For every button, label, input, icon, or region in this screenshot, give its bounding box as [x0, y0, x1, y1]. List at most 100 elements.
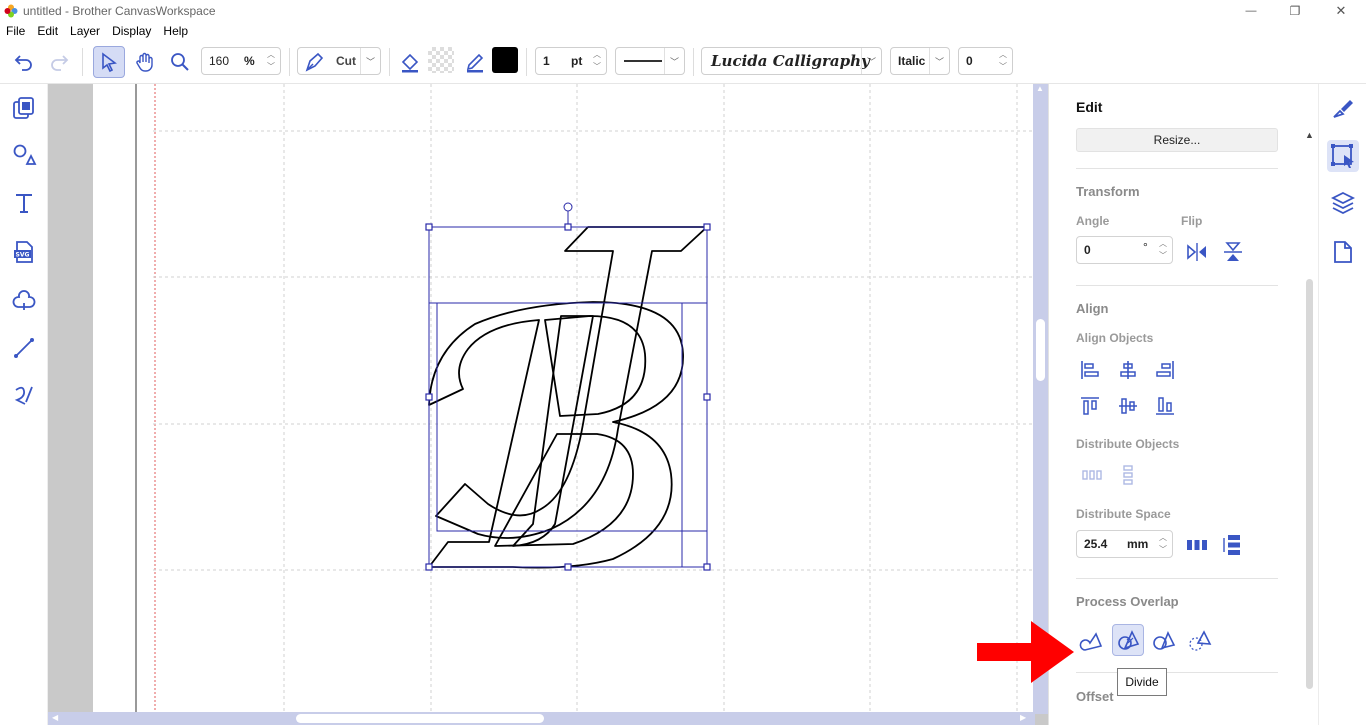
- menu-layer[interactable]: Layer: [64, 22, 106, 40]
- monogram-jb-artwork[interactable]: [93, 84, 1033, 714]
- restore-button[interactable]: ❐: [1272, 0, 1318, 22]
- shapes-button[interactable]: [9, 140, 39, 170]
- angle-label: Angle: [1076, 214, 1110, 228]
- weld-button[interactable]: [1078, 627, 1104, 653]
- flip-vertical-icon: [1224, 242, 1242, 261]
- menu-display[interactable]: Display: [106, 22, 157, 40]
- font-style: Italic: [898, 54, 926, 68]
- fill-color-button[interactable]: [395, 47, 425, 77]
- panel-scroll-up-icon[interactable]: ▲: [1305, 130, 1314, 140]
- canvas-area[interactable]: [48, 84, 1048, 725]
- layers-tab-button[interactable]: [1328, 188, 1358, 218]
- design-page[interactable]: [93, 84, 1033, 714]
- distribute-space-vertical-button[interactable]: [1220, 532, 1246, 558]
- chevron-down-icon: ﹀: [999, 62, 1007, 71]
- line-color-swatch[interactable]: [492, 47, 518, 73]
- divide-icon: [1118, 630, 1140, 650]
- pattern-library-icon: [13, 97, 34, 119]
- undo-button[interactable]: [9, 47, 39, 77]
- align-left-button[interactable]: [1077, 357, 1103, 383]
- align-right-button[interactable]: [1152, 357, 1178, 383]
- subtract-button[interactable]: [1151, 627, 1177, 653]
- panel-scrollbar[interactable]: [1306, 279, 1313, 689]
- chevron-down-icon: ﹀: [1159, 251, 1167, 260]
- minimize-icon: —: [1245, 5, 1257, 17]
- hand-icon: [136, 52, 153, 72]
- font-dropdown-arrow[interactable]: ﹀: [861, 48, 881, 74]
- fill-color-swatch[interactable]: [428, 47, 454, 73]
- align-bottom-button[interactable]: [1152, 393, 1178, 419]
- cut-pen-icon: [305, 52, 324, 72]
- angle-stepper[interactable]: ︿ ﹀: [1156, 239, 1170, 261]
- align-center-horizontal-button[interactable]: [1115, 357, 1141, 383]
- char-spacing-field[interactable]: 0 ︿ ﹀: [958, 47, 1013, 75]
- divide-tooltip: Divide: [1117, 668, 1167, 696]
- vertical-scroll-thumb[interactable]: [1036, 319, 1045, 381]
- solid-line-preview: [624, 60, 662, 62]
- align-middle-vertical-button[interactable]: [1115, 393, 1141, 419]
- scroll-up-icon[interactable]: ▲: [1036, 84, 1044, 93]
- redo-button[interactable]: [44, 47, 74, 77]
- horizontal-scroll-thumb[interactable]: [296, 714, 544, 723]
- resize-button[interactable]: Resize...: [1076, 128, 1278, 152]
- mode-select[interactable]: Cut ﹀: [297, 47, 381, 75]
- distribute-horizontal-button[interactable]: [1079, 462, 1105, 488]
- align-top-icon: [1081, 397, 1099, 415]
- distribute-space-stepper[interactable]: ︿ ﹀: [1156, 533, 1170, 555]
- align-left-icon: [1081, 361, 1099, 379]
- align-top-button[interactable]: [1077, 393, 1103, 419]
- distribute-space-field[interactable]: 25.4 mm ︿ ﹀: [1076, 530, 1173, 558]
- line-color-button[interactable]: [460, 47, 490, 77]
- line-width-stepper[interactable]: ︿ ﹀: [590, 50, 604, 72]
- scroll-right-icon[interactable]: ▶: [1020, 713, 1026, 722]
- freehand-button[interactable]: [9, 380, 39, 410]
- angle-field[interactable]: 0 ° ︿ ﹀: [1076, 236, 1173, 264]
- minimize-button[interactable]: —: [1228, 0, 1274, 22]
- distribute-vertical-button[interactable]: [1115, 462, 1141, 488]
- page-tab-button[interactable]: [1328, 237, 1358, 267]
- edit-panel: Edit Resize... ▲ Transform Angle Flip 0 …: [1048, 84, 1318, 725]
- angle-unit: °: [1143, 240, 1148, 254]
- select-tool-button[interactable]: [93, 46, 125, 78]
- text-button[interactable]: [9, 188, 39, 218]
- font-style-select[interactable]: Italic ﹀: [890, 47, 950, 75]
- font-select[interactable]: Lucida Calligraphy ﹀: [701, 47, 882, 75]
- font-name: Lucida Calligraphy: [711, 52, 870, 70]
- menu-help[interactable]: Help: [157, 22, 194, 40]
- section-divider: [1076, 672, 1278, 673]
- menu-file[interactable]: File: [0, 22, 31, 40]
- line-style-select[interactable]: ﹀: [615, 47, 685, 75]
- pan-tool-button[interactable]: [130, 47, 160, 77]
- line-tool-button[interactable]: [9, 333, 39, 363]
- edit-tab-button[interactable]: [1327, 140, 1359, 172]
- scroll-left-icon[interactable]: ◀: [52, 713, 58, 722]
- app-logo-icon: [4, 4, 18, 18]
- distribute-space-value: 25.4: [1084, 537, 1108, 551]
- trace-button[interactable]: [9, 285, 39, 315]
- paint-tab-button[interactable]: [1328, 93, 1358, 123]
- redo-icon: [51, 55, 69, 71]
- line-width-field[interactable]: 1 pt ︿ ﹀: [535, 47, 607, 75]
- char-spacing-stepper[interactable]: ︿ ﹀: [996, 50, 1010, 72]
- intersect-button[interactable]: [1187, 627, 1213, 653]
- line-style-dropdown-arrow[interactable]: ﹀: [664, 48, 684, 74]
- canvas-horizontal-scrollbar[interactable]: ◀ ▶: [48, 712, 1035, 725]
- svg-import-button[interactable]: SVG: [9, 237, 39, 267]
- offset-section-title: Offset: [1076, 689, 1114, 704]
- undo-icon: [14, 55, 32, 71]
- zoom-unit: %: [244, 54, 255, 68]
- pattern-library-button[interactable]: [9, 93, 39, 123]
- font-style-dropdown-arrow[interactable]: ﹀: [929, 48, 949, 74]
- close-button[interactable]: ✕: [1318, 0, 1364, 22]
- zoom-field[interactable]: 160 % ︿ ﹀: [201, 47, 281, 75]
- divide-button[interactable]: [1112, 624, 1144, 656]
- distribute-space-horizontal-button[interactable]: [1184, 532, 1210, 558]
- menu-edit[interactable]: Edit: [31, 22, 64, 40]
- flip-vertical-button[interactable]: [1220, 239, 1246, 265]
- mode-dropdown-arrow[interactable]: ﹀: [360, 48, 380, 74]
- transform-section-title: Transform: [1076, 184, 1140, 199]
- edit-selection-icon: [1331, 144, 1354, 168]
- flip-horizontal-button[interactable]: [1184, 239, 1210, 265]
- zoom-stepper[interactable]: ︿ ﹀: [264, 50, 278, 72]
- zoom-tool-button[interactable]: [165, 47, 195, 77]
